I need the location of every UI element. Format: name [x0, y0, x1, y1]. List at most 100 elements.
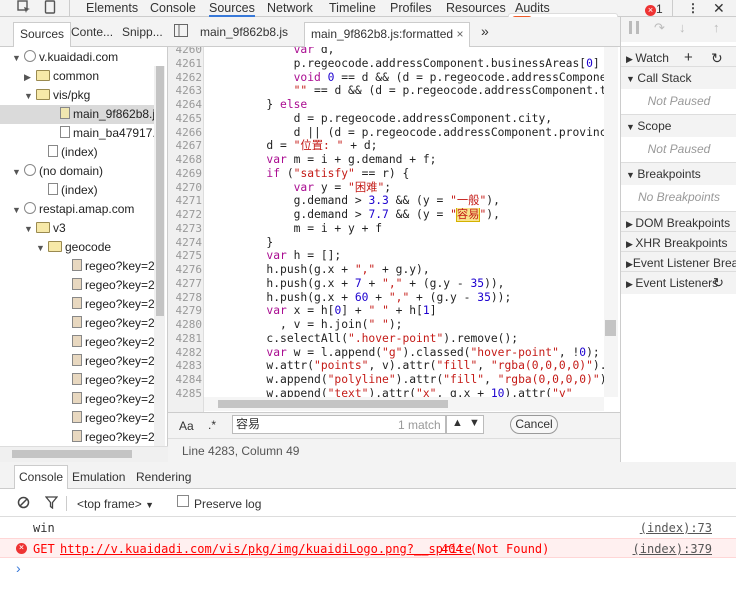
code-line[interactable]: h.push(g.x + 7 + "," + (g.y - 35)), — [212, 277, 607, 291]
console-source-link[interactable]: (index):73 — [640, 518, 712, 538]
call-stack-section-header[interactable]: ▼ Call Stack — [621, 66, 736, 89]
pause-icon[interactable] — [629, 21, 639, 34]
expand-arrow-icon[interactable]: ▶ — [24, 68, 36, 87]
line-number[interactable]: 4277 — [168, 277, 203, 291]
line-number[interactable]: 4270 — [168, 181, 203, 195]
tree-item[interactable]: regeo?key=28 — [0, 409, 161, 428]
find-next-icon[interactable]: ▼ — [469, 417, 480, 429]
code-editor[interactable]: 4260 4261 4262 4263 4264 4265 4266 4267 4268 4269… — [168, 47, 618, 412]
line-number[interactable]: 4262 — [168, 71, 203, 85]
tree-item[interactable]: regeo?key=28 — [0, 390, 161, 409]
code-line[interactable]: c.selectAll(".hover-point").remove(); — [212, 332, 607, 346]
expand-arrow-icon[interactable]: ▼ — [12, 49, 24, 68]
code-line[interactable]: var h = []; — [212, 249, 607, 263]
code-line[interactable]: d || (d = p.regeocode.addressComponent.p… — [212, 126, 607, 140]
line-number[interactable]: 4269 — [168, 167, 203, 181]
preserve-log-checkbox[interactable] — [177, 495, 189, 507]
line-number[interactable]: 4272 — [168, 208, 203, 222]
tree-item[interactable]: ▶ common — [0, 67, 154, 86]
line-number[interactable]: 4268 — [168, 153, 203, 167]
tree-item[interactable]: ▼ v3 — [0, 219, 154, 238]
line-number[interactable]: 4285 — [168, 387, 203, 401]
cancel-find-button[interactable]: Cancel — [510, 415, 558, 434]
code-line[interactable]: var y = "困难"; — [212, 181, 607, 195]
tab-console[interactable]: Console — [150, 0, 196, 17]
console-input[interactable] — [30, 558, 720, 580]
tree-item[interactable]: ▼ vis/pkg — [0, 86, 154, 105]
tree-item[interactable]: main_9f862b8.js — [0, 105, 161, 124]
line-number[interactable]: 4279 — [168, 304, 203, 318]
expand-arrow-icon[interactable]: ▼ — [12, 201, 24, 220]
line-number[interactable]: 4267 — [168, 139, 203, 153]
tree-item[interactable]: regeo?key=28 — [0, 257, 161, 276]
error-url-link[interactable]: http://v.kuaidadi.com/vis/pkg/img/kuaidi… — [60, 539, 472, 559]
expand-arrow-icon[interactable]: ▼ — [24, 87, 36, 106]
tab-profiles[interactable]: Profiles — [390, 0, 432, 17]
tab-timeline[interactable]: Timeline — [329, 0, 376, 17]
tree-item[interactable]: (index) — [0, 181, 154, 200]
line-number[interactable]: 4271 — [168, 194, 203, 208]
tab-navigator-sources[interactable]: Sources — [13, 22, 72, 47]
drawer-tab-emulation[interactable]: Emulation — [72, 470, 125, 484]
step-over-icon[interactable]: ↷ — [654, 20, 665, 36]
inspect-element-icon[interactable] — [17, 0, 31, 17]
code-line[interactable]: g.demand > 7.7 && (y = "容易"), — [212, 208, 607, 222]
code-line[interactable]: d = p.regeocode.addressComponent.city, — [212, 112, 607, 126]
expand-arrow-icon[interactable]: ▼ — [24, 220, 36, 239]
tree-item[interactable]: regeo?key=28 — [0, 428, 161, 447]
code-line[interactable]: w.append("polyline").attr("fill", "rgba(… — [212, 373, 607, 387]
editor-scrollbar-thumb[interactable] — [605, 320, 616, 336]
tab-resources[interactable]: Resources — [446, 0, 506, 17]
line-number[interactable]: 4284 — [168, 373, 203, 387]
match-case-toggle[interactable]: Aa — [179, 419, 194, 433]
toggle-navigator-icon[interactable] — [174, 24, 188, 40]
tree-item[interactable]: regeo?key=28 — [0, 276, 161, 295]
code-line[interactable]: g.demand > 3.3 && (y = "一般"), — [212, 194, 607, 208]
code-line[interactable]: var x = h[0] + " " + h[1] — [212, 304, 607, 318]
expand-arrow-icon[interactable]: ▼ — [36, 239, 48, 258]
refresh-icon[interactable]: ↻ — [713, 272, 724, 294]
navigator-horizontal-scrollbar-thumb[interactable] — [12, 450, 132, 458]
drawer-tab-console[interactable]: Console — [14, 465, 69, 489]
more-tabs-icon[interactable]: » — [481, 23, 489, 39]
tab-network[interactable]: Network — [267, 0, 313, 17]
close-tab-icon[interactable]: × — [456, 27, 463, 41]
line-number[interactable]: 4282 — [168, 346, 203, 360]
tree-item[interactable]: ▼ (no domain) — [0, 162, 154, 181]
line-number[interactable]: 4280 — [168, 318, 203, 332]
line-number[interactable]: 4276 — [168, 263, 203, 277]
tree-item[interactable]: regeo?key=28 — [0, 333, 161, 352]
code-line[interactable]: m = i + y + f — [212, 222, 607, 236]
line-number[interactable]: 4260 — [168, 47, 203, 57]
tree-item[interactable]: regeo?key=28 — [0, 314, 161, 333]
clear-console-icon[interactable] — [17, 496, 30, 512]
expand-arrow-icon[interactable]: ▼ — [12, 163, 24, 182]
scope-section-header[interactable]: ▼ Scope — [621, 114, 736, 137]
tree-item[interactable]: regeo?key=28 — [0, 352, 161, 371]
code-line[interactable]: w.attr("points", v).attr("fill", "rgba(0… — [212, 359, 607, 373]
tab-navigator-content-scripts[interactable]: Conte... — [71, 25, 113, 39]
close-devtools-icon[interactable]: ✕ — [713, 0, 725, 17]
code-line[interactable]: void 0 == d && (d = p.regeocode.addressC… — [212, 71, 607, 85]
code-line[interactable]: h.push(g.x + "," + g.y), — [212, 263, 607, 277]
breakpoints-section-header[interactable]: ▼ Breakpoints — [621, 162, 736, 185]
filter-icon[interactable] — [44, 496, 59, 512]
line-number[interactable]: 4275 — [168, 249, 203, 263]
code-line[interactable]: var d, — [212, 47, 607, 57]
tab-navigator-snippets[interactable]: Snipp... — [122, 25, 163, 39]
editor-tab-main-js[interactable]: main_9f862b8.js — [200, 25, 288, 39]
line-number[interactable]: 4265 — [168, 112, 203, 126]
tree-item[interactable]: regeo?key=28 — [0, 295, 161, 314]
line-number[interactable]: 4273 — [168, 222, 203, 236]
code-line[interactable]: h.push(g.x + 60 + "," + (g.y - 35)); — [212, 291, 607, 305]
code-line[interactable]: var w = l.append("g").classed("hover-poi… — [212, 346, 607, 360]
tab-sources[interactable]: Sources — [209, 0, 255, 17]
code-line[interactable]: if ("satisfy" == r) { — [212, 167, 607, 181]
step-into-icon[interactable]: ↓ — [679, 20, 686, 35]
regex-toggle[interactable]: .* — [208, 418, 216, 432]
code-line[interactable]: d = "位置: " + d; — [212, 139, 607, 153]
code-line[interactable]: var m = i + g.demand + f; — [212, 153, 607, 167]
tab-elements[interactable]: Elements — [86, 0, 138, 17]
code-line[interactable]: "" == d && (d = p.regeocode.addressCompo… — [212, 84, 607, 98]
more-options-icon[interactable]: ⋮ — [687, 0, 699, 17]
